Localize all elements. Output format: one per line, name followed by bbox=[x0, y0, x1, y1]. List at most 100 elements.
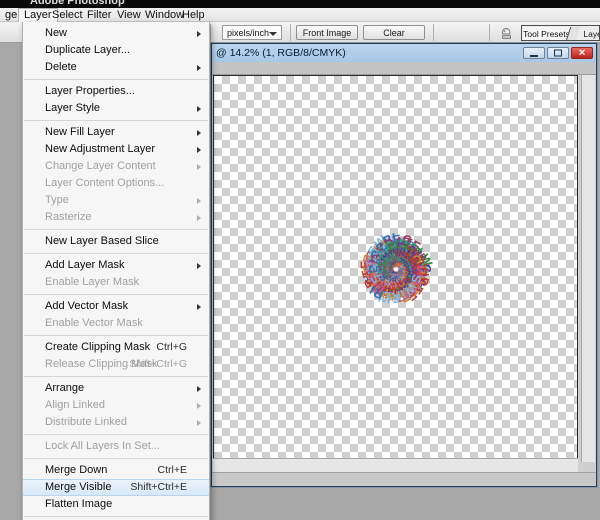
menu-item-new-fill-layer[interactable]: New Fill Layer bbox=[23, 124, 209, 141]
palette-tab-group: Tool Presets Layer bbox=[521, 25, 600, 41]
menu-item-merge-down[interactable]: Merge Down Ctrl+E bbox=[23, 462, 209, 479]
menu-item-label: Merge Down bbox=[45, 464, 108, 476]
menu-separator bbox=[24, 434, 208, 435]
vertical-scrollbar[interactable] bbox=[581, 75, 595, 462]
chevron-right-icon bbox=[197, 403, 201, 409]
chevron-right-icon bbox=[197, 198, 201, 204]
menu-item-flatten-image[interactable]: Flatten Image bbox=[23, 496, 209, 513]
menu-item-enable-layer-mask: Enable Layer Mask bbox=[23, 274, 209, 291]
menu-item-duplicate-layer[interactable]: Duplicate Layer... bbox=[23, 42, 209, 59]
menu-item-new-layer-based-slice[interactable]: New Layer Based Slice bbox=[23, 233, 209, 250]
menu-item-label: Rasterize bbox=[45, 211, 92, 223]
menu-item-label: Enable Vector Mask bbox=[45, 317, 143, 329]
document-window: @ 14.2% (1, RGB/8/CMYK) ✕ GYRATE SPIRALWH… bbox=[211, 43, 597, 487]
menu-item-distribute-linked: Distribute Linked bbox=[23, 414, 209, 431]
menu-item-label: Layer Properties... bbox=[45, 85, 135, 97]
menu-item-add-vector-mask[interactable]: Add Vector Mask bbox=[23, 298, 209, 315]
palette-well-icon[interactable] bbox=[500, 26, 514, 40]
menu-item-label: Flatten Image bbox=[45, 498, 113, 510]
menu-item-arrange[interactable]: Arrange bbox=[23, 380, 209, 397]
tab-tool-presets[interactable]: Tool Presets bbox=[523, 27, 570, 40]
chevron-right-icon bbox=[197, 215, 201, 221]
menu-item-layer-content-options: Layer Content Options... bbox=[23, 175, 209, 192]
menu-item-label: Add Layer Mask bbox=[45, 259, 125, 271]
menu-item-label: Distribute Linked bbox=[45, 416, 127, 428]
close-button[interactable]: ✕ bbox=[571, 47, 593, 59]
divider bbox=[433, 24, 434, 41]
menu-separator bbox=[24, 79, 208, 80]
spiral-word-art: GYRATE SPIRALWHIRLCOILVIBRATEQUIVERWAVESW… bbox=[246, 119, 435, 306]
tab-layer-comps[interactable]: Layer bbox=[574, 27, 599, 40]
chevron-down-icon bbox=[269, 32, 277, 36]
chevron-right-icon bbox=[197, 31, 201, 37]
menu-item-shortcut: Shift+Ctrl+E bbox=[130, 481, 187, 493]
menu-item-create-clipping-mask[interactable]: Create Clipping Mask Ctrl+G bbox=[23, 339, 209, 356]
menu-item-shortcut: Ctrl+E bbox=[157, 464, 187, 476]
chevron-right-icon bbox=[197, 106, 201, 112]
menu-item-new-adjustment-layer[interactable]: New Adjustment Layer bbox=[23, 141, 209, 158]
chevron-right-icon bbox=[197, 65, 201, 71]
chevron-right-icon bbox=[197, 130, 201, 136]
menu-separator bbox=[24, 253, 208, 254]
menu-item-layer-properties[interactable]: Layer Properties... bbox=[23, 83, 209, 100]
minimize-button[interactable] bbox=[523, 47, 545, 59]
menu-separator bbox=[24, 335, 208, 336]
menu-separator bbox=[24, 458, 208, 459]
menu-separator bbox=[24, 229, 208, 230]
app-title: Adobe Photoshop bbox=[30, 0, 125, 7]
menu-item-label: Type bbox=[45, 194, 69, 206]
menu-item-shortcut: Ctrl+G bbox=[156, 341, 187, 353]
menu-item-lock-all-layers-in-set: Lock All Layers In Set... bbox=[23, 438, 209, 455]
document-statusbar bbox=[212, 472, 596, 486]
menu-item-label: Add Vector Mask bbox=[45, 300, 129, 312]
menubar-item-help[interactable]: Help bbox=[177, 8, 210, 22]
menu-item-label: Lock All Layers In Set... bbox=[45, 440, 160, 452]
menu-item-label: Layer Content Options... bbox=[45, 177, 165, 189]
menu-item-release-clipping-mask: Release Clipping Mask Shift+Ctrl+G bbox=[23, 356, 209, 373]
menu-separator bbox=[24, 120, 208, 121]
menu-item-shortcut: Shift+Ctrl+G bbox=[129, 358, 187, 370]
menu-item-align-linked: Align Linked bbox=[23, 397, 209, 414]
chevron-right-icon bbox=[197, 420, 201, 426]
menu-item-label: New bbox=[45, 27, 68, 39]
maximize-icon bbox=[554, 49, 562, 57]
menu-item-merge-visible[interactable]: Merge Visible Shift+Ctrl+E bbox=[23, 479, 209, 496]
menu-item-add-layer-mask[interactable]: Add Layer Mask bbox=[23, 257, 209, 274]
maximize-button[interactable] bbox=[547, 47, 569, 59]
app-titlebar: Adobe Photoshop bbox=[0, 0, 600, 8]
menu-item-delete[interactable]: Delete bbox=[23, 59, 209, 76]
menu-item-label: Arrange bbox=[45, 382, 85, 394]
horizontal-scrollbar[interactable] bbox=[213, 458, 578, 472]
menu-item-rasterize: Rasterize bbox=[23, 209, 209, 226]
menu-item-new[interactable]: New bbox=[23, 25, 209, 42]
menu-item-enable-vector-mask: Enable Vector Mask bbox=[23, 315, 209, 332]
chevron-right-icon bbox=[197, 147, 201, 153]
menu-item-label: New Adjustment Layer bbox=[45, 143, 156, 155]
minimize-icon bbox=[530, 55, 538, 57]
resolution-unit-value: pixels/inch bbox=[227, 28, 270, 38]
menu-item-label: Enable Layer Mask bbox=[45, 276, 140, 288]
menu-item-label: New Fill Layer bbox=[45, 126, 115, 138]
clear-button[interactable]: Clear bbox=[363, 25, 425, 40]
menu-item-layer-style[interactable]: Layer Style bbox=[23, 100, 209, 117]
menu-item-label: Create Clipping Mask bbox=[45, 341, 151, 353]
chevron-right-icon bbox=[197, 304, 201, 310]
menu-item-type: Type bbox=[23, 192, 209, 209]
menu-item-label: New Layer Based Slice bbox=[45, 235, 159, 247]
divider bbox=[210, 24, 211, 41]
menu-item-label: Layer Style bbox=[45, 102, 101, 114]
divider bbox=[290, 24, 291, 41]
layer-dropdown-menu: New Duplicate Layer... Delete Layer Propert… bbox=[22, 22, 210, 520]
divider bbox=[489, 24, 490, 41]
menu-item-label: Change Layer Content bbox=[45, 160, 156, 172]
menu-item-label: Delete bbox=[45, 61, 77, 73]
document-titlebar[interactable]: @ 14.2% (1, RGB/8/CMYK) ✕ bbox=[212, 44, 596, 62]
resolution-unit-select[interactable]: pixels/inch bbox=[222, 25, 282, 40]
front-image-button[interactable]: Front Image bbox=[296, 25, 358, 40]
chevron-right-icon bbox=[197, 386, 201, 392]
menu-separator bbox=[24, 516, 208, 517]
chevron-right-icon bbox=[197, 164, 201, 170]
close-icon: ✕ bbox=[578, 47, 586, 58]
menu-item-label: Align Linked bbox=[45, 399, 105, 411]
canvas-area[interactable]: GYRATE SPIRALWHIRL COILVIBRATEQUIVER WAVESW… bbox=[213, 75, 578, 462]
